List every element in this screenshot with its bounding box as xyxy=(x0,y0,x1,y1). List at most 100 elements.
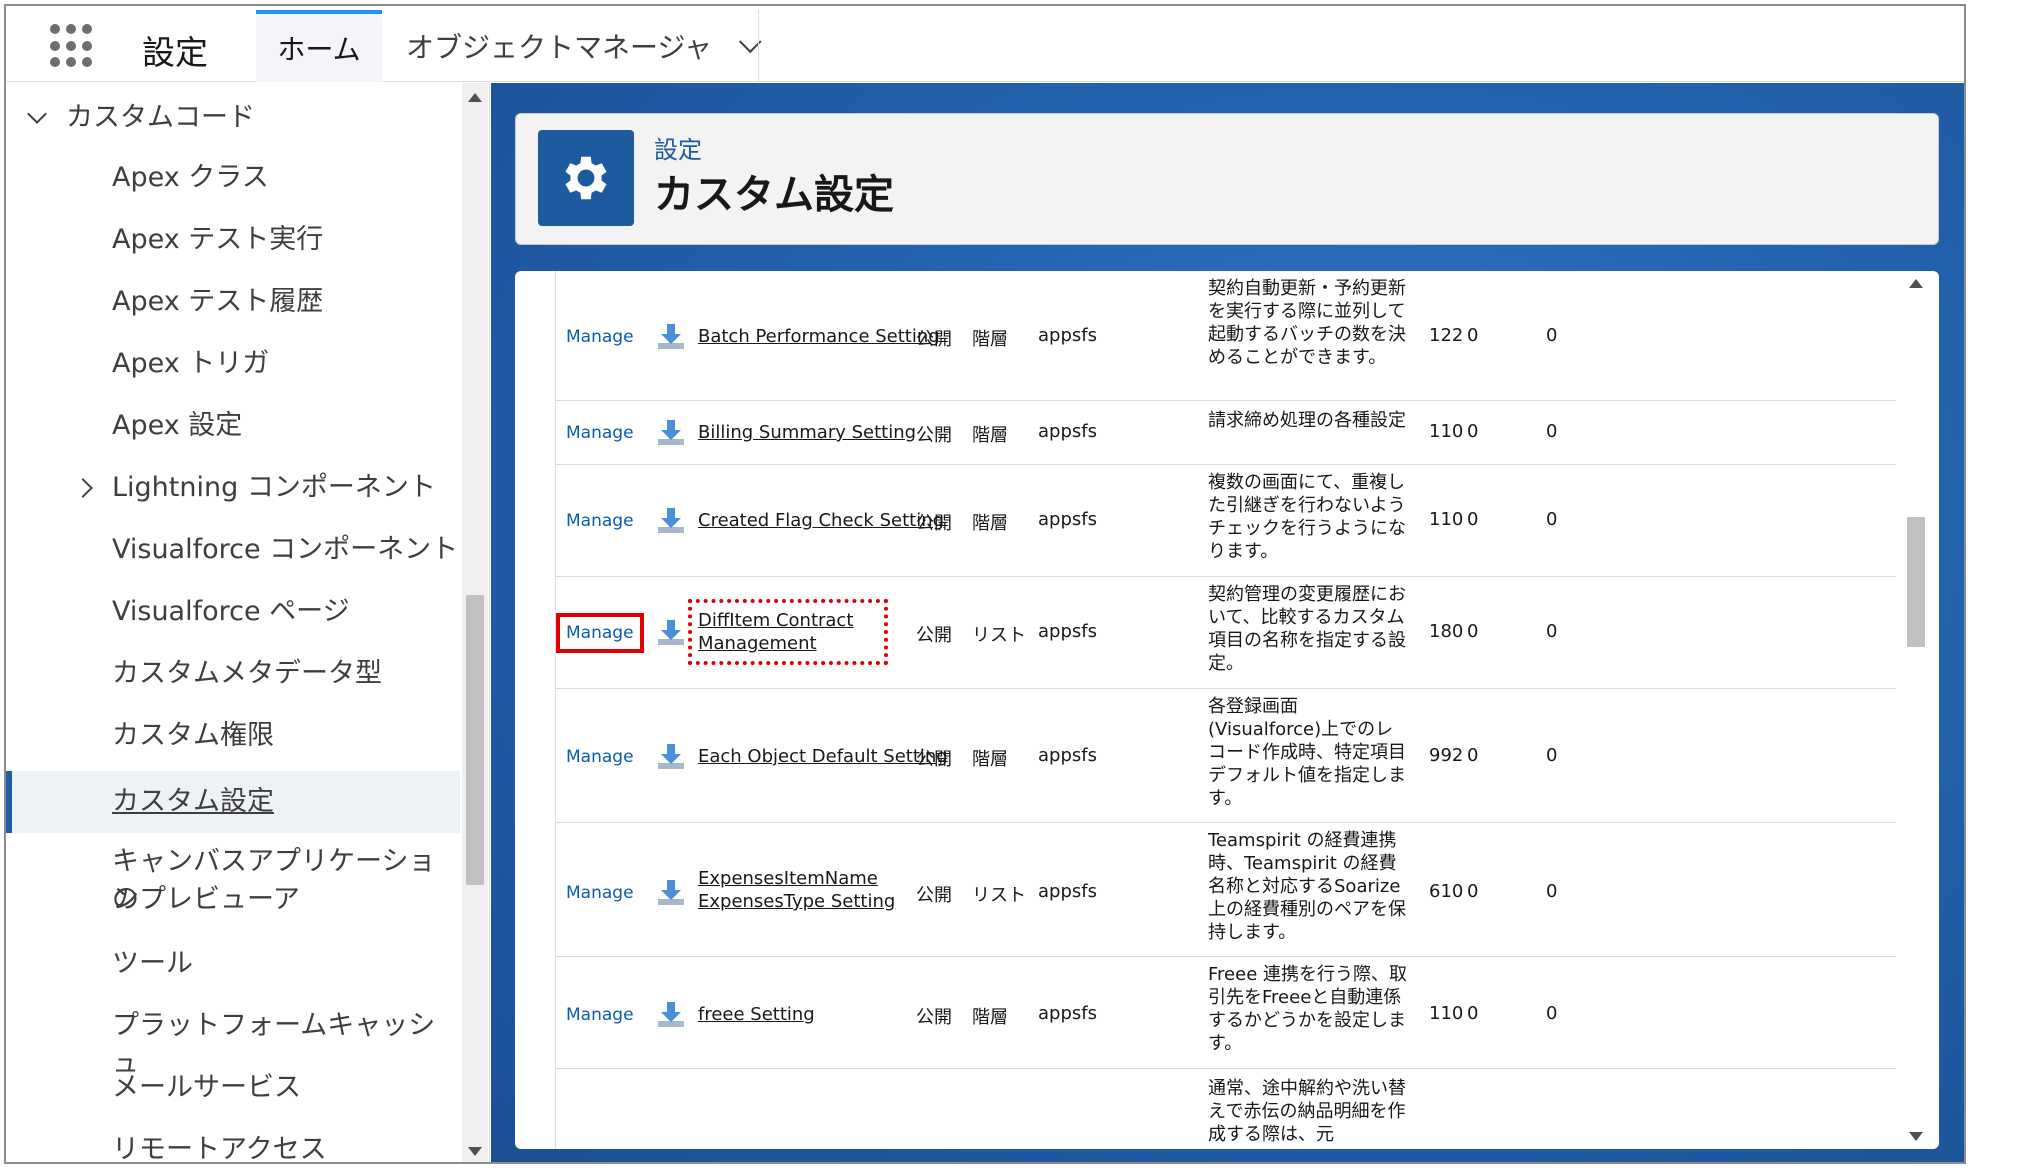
chevron-right-icon xyxy=(73,478,93,498)
setting-type: リスト xyxy=(972,625,1026,646)
sidebar-item-apex-classes[interactable]: Apex クラス xyxy=(6,159,460,197)
main-content: 設定 カスタム設定 Manage Batch Performance Setti… xyxy=(491,83,1964,1162)
download-icon[interactable] xyxy=(656,741,686,771)
table-row: Manage DiffItem Contract Management 公開 リ… xyxy=(556,577,1896,689)
description: 通常、途中解約や洗い替えで赤伝の納品明細を作成する際は、元 xyxy=(1208,1078,1406,1145)
table-row: Manage Each Object Default Setting 公開 階層… xyxy=(556,689,1896,823)
download-icon[interactable] xyxy=(656,617,686,647)
page-header: 設定 カスタム設定 xyxy=(515,113,1939,245)
manage-link[interactable]: Manage xyxy=(566,1005,634,1025)
records: 0 xyxy=(1546,325,1558,346)
manage-link[interactable]: Manage xyxy=(566,883,634,903)
setup-sidebar: カスタムコード Apex クラス Apex テスト実行 Apex テスト履歴 A… xyxy=(6,83,490,1162)
app-launcher-icon[interactable] xyxy=(50,24,94,68)
download-icon[interactable] xyxy=(656,417,686,447)
table-row: Manage ExpensesItemName ExpensesType Set… xyxy=(556,823,1896,957)
sidebar-item-apex-test-execution[interactable]: Apex テスト実行 xyxy=(6,221,460,259)
description: Teamspirit の経費連携時、Teamspirit の経費名称と対応するS… xyxy=(1208,830,1406,943)
settings-table: Manage Batch Performance Setting 公開 階層 a… xyxy=(555,271,1915,1149)
description: 請求締め処理の各種設定 xyxy=(1208,410,1406,431)
size: 992 xyxy=(1429,745,1464,766)
download-icon[interactable] xyxy=(656,505,686,535)
description: 契約自動更新・予約更新を実行する際に並列して起動するバッチの数を決めることができ… xyxy=(1208,278,1406,368)
scroll-up-icon[interactable] xyxy=(1909,279,1923,288)
sidebar-item-visualforce-components[interactable]: Visualforce コンポーネント xyxy=(6,531,460,569)
namespace: appsfs xyxy=(1038,325,1097,346)
records: 0 xyxy=(1546,1003,1558,1024)
custom-settings-list: Manage Batch Performance Setting 公開 階層 a… xyxy=(515,271,1939,1149)
setting-label-link[interactable]: DiffItem Contract Management xyxy=(688,599,888,665)
content-scrollbar[interactable] xyxy=(1903,271,1929,1149)
visibility: 公開 xyxy=(916,885,952,906)
scroll-up-icon[interactable] xyxy=(468,93,482,102)
sidebar-item-custom-settings[interactable]: カスタム設定 xyxy=(6,771,460,833)
setting-label-link[interactable]: ExpensesItemName ExpensesType Setting xyxy=(698,867,898,913)
download-icon[interactable] xyxy=(656,321,686,351)
visibility: 公開 xyxy=(916,329,952,350)
count: 0 xyxy=(1467,1003,1479,1024)
sidebar-scrollbar[interactable] xyxy=(462,83,488,1162)
manage-link[interactable]: Manage xyxy=(556,613,644,653)
breadcrumb[interactable]: 設定 xyxy=(654,130,702,165)
setting-type: 階層 xyxy=(972,749,1008,770)
sidebar-item-custom-permissions[interactable]: カスタム権限 xyxy=(6,717,460,755)
table-row: 通常、途中解約や洗い替えで赤伝の納品明細を作成する際は、元 xyxy=(556,1069,1896,1149)
manage-link[interactable]: Manage xyxy=(566,327,634,347)
namespace: appsfs xyxy=(1038,745,1097,766)
setting-type: 階層 xyxy=(972,425,1008,446)
scroll-down-icon[interactable] xyxy=(1909,1132,1923,1141)
table-row: Manage Billing Summary Setting 公開 階層 app… xyxy=(556,401,1896,465)
tab-object-manager[interactable]: オブジェクトマネージャ xyxy=(406,10,762,82)
visibility: 公開 xyxy=(916,749,952,770)
sidebar-item-apex-test-history[interactable]: Apex テスト履歴 xyxy=(6,283,460,321)
sidebar-item-label: Apex クラス xyxy=(112,162,269,193)
download-icon[interactable] xyxy=(656,877,686,907)
app-name: 設定 xyxy=(142,33,208,72)
description: 契約管理の変更履歴において、比較するカスタム項目の名称を指定する設定。 xyxy=(1208,584,1406,674)
records: 0 xyxy=(1546,881,1558,902)
table-row: Manage Batch Performance Setting 公開 階層 a… xyxy=(556,271,1896,401)
visibility: 公開 xyxy=(916,513,952,534)
setting-type: 階層 xyxy=(972,513,1008,534)
sidebar-item-label: Apex 設定 xyxy=(112,410,243,441)
setting-type: 階層 xyxy=(972,329,1008,350)
sidebar-item-custom-metadata-types[interactable]: カスタムメタデータ型 xyxy=(6,655,460,693)
scroll-down-icon[interactable] xyxy=(468,1147,482,1156)
count: 0 xyxy=(1467,509,1479,530)
sidebar-scroll-thumb[interactable] xyxy=(466,595,484,885)
visibility: 公開 xyxy=(916,1007,952,1028)
count: 0 xyxy=(1467,325,1479,346)
chevron-down-icon xyxy=(27,104,47,124)
description: 各登録画面(Visualforce)上でのレコード作成時、特定項目デフォルト値を… xyxy=(1208,696,1406,809)
sidebar-item-apex-settings[interactable]: Apex 設定 xyxy=(6,407,460,445)
visibility: 公開 xyxy=(916,625,952,646)
sidebar-group-custom-code[interactable]: カスタムコード xyxy=(6,99,460,137)
sidebar-item-apex-triggers[interactable]: Apex トリガ xyxy=(6,345,460,383)
manage-link[interactable]: Manage xyxy=(566,423,634,443)
sidebar-item-visualforce-pages[interactable]: Visualforce ページ xyxy=(6,593,460,631)
tab-home[interactable]: ホーム xyxy=(256,10,382,82)
sidebar-item-remote-access[interactable]: リモートアクセス xyxy=(6,1131,460,1162)
sidebar-item-label: Visualforce ページ xyxy=(112,596,350,627)
sidebar-item-label: Lightning コンポーネント xyxy=(112,472,436,503)
sidebar-item-canvas-app-previewer-line2[interactable]: のプレビューア xyxy=(6,881,460,919)
sidebar-item-label: Apex テスト履歴 xyxy=(112,286,324,317)
namespace: appsfs xyxy=(1038,1003,1097,1024)
sidebar-item-email-services[interactable]: メールサービス xyxy=(6,1069,460,1107)
sidebar-item-tools[interactable]: ツール xyxy=(6,945,460,983)
manage-link[interactable]: Manage xyxy=(566,511,634,531)
description: Freee 連携を行う際、取引先をFreeeと自動連係するかどうかを設定します。 xyxy=(1208,964,1407,1054)
table-row: Manage Created Flag Check Setting 公開 階層 … xyxy=(556,465,1896,577)
content-scroll-thumb[interactable] xyxy=(1907,517,1925,647)
sidebar-item-label: カスタムメタデータ型 xyxy=(112,658,382,689)
namespace: appsfs xyxy=(1038,621,1097,642)
count: 0 xyxy=(1467,421,1479,442)
sidebar-item-lightning-components[interactable]: Lightning コンポーネント xyxy=(6,469,460,507)
records: 0 xyxy=(1546,421,1558,442)
records: 0 xyxy=(1546,621,1558,642)
download-icon[interactable] xyxy=(656,999,686,1029)
manage-link[interactable]: Manage xyxy=(566,747,634,767)
namespace: appsfs xyxy=(1038,509,1097,530)
size: 180 xyxy=(1429,621,1464,642)
sidebar-item-label: Apex テスト実行 xyxy=(112,224,324,255)
